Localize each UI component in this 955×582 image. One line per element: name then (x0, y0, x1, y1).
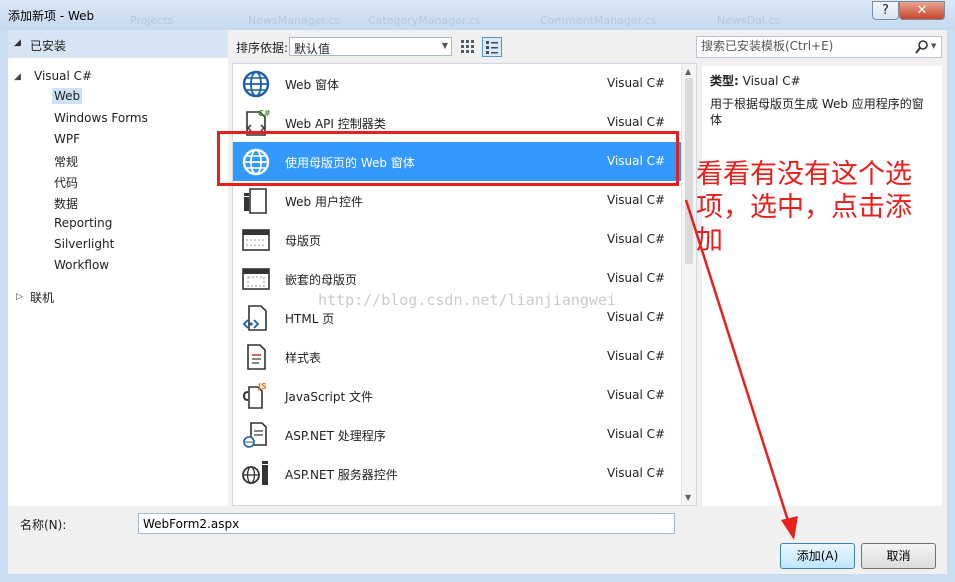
template-list-scrollbar[interactable]: ▲ ▼ (681, 64, 696, 505)
background-tab: Projects (130, 14, 174, 27)
template-language: Visual C# (607, 193, 666, 207)
tree-item-workflow[interactable]: Workflow (54, 258, 109, 272)
template-language: Visual C# (607, 310, 666, 324)
tree-item-general[interactable]: 常规 (54, 153, 78, 170)
annotation-text: 看看有没有这个选项，选中，点击添加 (696, 159, 912, 256)
html-page-icon (242, 305, 267, 331)
template-tree: ◢ Visual C# Web Windows Forms WPF 常规 代码 … (8, 58, 228, 506)
tree-item-data[interactable]: 数据 (54, 195, 78, 212)
tree-item-online[interactable]: 联机 (30, 289, 54, 306)
template-name: Web 窗体 (285, 78, 339, 92)
template-language: Visual C# (607, 427, 666, 441)
user-control-icon (244, 188, 267, 214)
list-view-icon (486, 41, 498, 54)
template-row-web-form[interactable]: Web 窗体 Visual C# (233, 64, 681, 103)
template-name: JavaScript 文件 (285, 390, 373, 404)
name-label: 名称(N): (20, 518, 67, 532)
javascript-file-icon: JS (242, 382, 267, 409)
stylesheet-icon (247, 344, 266, 370)
template-name: 嵌套的母版页 (285, 273, 358, 287)
template-row-stylesheet[interactable]: 样式表 Visual C# (233, 337, 681, 376)
background-tab: NewsManager.cs (248, 14, 341, 27)
nested-master-page-icon (242, 268, 270, 290)
globe-icon (242, 70, 270, 98)
tree-item-web[interactable]: Web (52, 88, 83, 104)
template-name: Web API 控制器类 (285, 117, 386, 131)
help-button[interactable]: ? (872, 1, 899, 20)
search-box[interactable]: ▼ (696, 36, 942, 58)
template-name: 样式表 (285, 351, 322, 365)
tree-item-visual-csharp[interactable]: Visual C# (34, 69, 92, 83)
sort-label: 排序依据: (236, 41, 289, 55)
cancel-button[interactable]: 取消 (861, 543, 936, 569)
installed-label: 已安装 (30, 39, 67, 53)
template-name: ASP.NET 服务器控件 (285, 468, 398, 482)
type-value: Visual C# (742, 74, 801, 88)
template-language: Visual C# (607, 76, 666, 90)
installed-header[interactable]: ◢ 已安装 (8, 30, 228, 58)
tree-item-wpf[interactable]: WPF (54, 132, 80, 146)
template-description: 用于根据母版页生成 Web 应用程序的窗体 (710, 97, 924, 127)
scroll-down-icon[interactable]: ▼ (685, 493, 691, 502)
scrollbar-thumb[interactable] (685, 78, 693, 264)
list-view-button[interactable] (482, 37, 502, 57)
template-row-javascript-file[interactable]: JS JavaScript 文件 Visual C# (233, 376, 681, 415)
master-page-icon (242, 229, 270, 251)
collapsed-arrow-icon[interactable]: ▷ (16, 292, 23, 302)
chevron-down-icon[interactable]: ▼ (931, 42, 936, 50)
template-list: Web 窗体 Visual C# C# Web API 控制器类 Visual … (232, 63, 697, 506)
expanded-arrow-icon[interactable]: ◢ (14, 72, 21, 82)
template-language: Visual C# (607, 466, 666, 480)
template-name: HTML 页 (285, 312, 335, 326)
title-bar: 添加新项 - Web Projects NewsManager.cs Categ… (0, 0, 955, 30)
template-row-aspnet-handler[interactable]: ASP.NET 处理程序 Visual C# (233, 415, 681, 454)
template-row-master-page[interactable]: 母版页 Visual C# (233, 220, 681, 259)
template-language: Visual C# (607, 271, 666, 285)
background-tab: CommentManager.cs (540, 14, 657, 27)
watermark: http://blog.csdn.net/lianjiangwei (318, 291, 617, 309)
search-input[interactable] (701, 39, 901, 53)
template-row-aspnet-server-control[interactable]: ASP.NET 服务器控件 Visual C# (233, 454, 681, 493)
server-control-icon (242, 461, 268, 485)
search-icon[interactable] (914, 39, 930, 55)
collapse-arrow-icon: ◢ (14, 38, 21, 48)
template-language: Visual C# (607, 232, 666, 246)
scroll-up-icon[interactable]: ▲ (685, 67, 691, 76)
template-name: ASP.NET 处理程序 (285, 429, 386, 443)
highlight-box (217, 131, 679, 186)
type-label: 类型: (710, 74, 739, 88)
template-info-panel: 类型: Visual C# 用于根据母版页生成 Web 应用程序的窗体 (702, 66, 942, 506)
tree-item-windows-forms[interactable]: Windows Forms (54, 111, 148, 125)
grid-view-icon (461, 40, 474, 53)
background-tab: CategoryManager.cs (368, 14, 481, 27)
sort-value: 默认值 (294, 42, 331, 56)
template-name: Web 用户控件 (285, 195, 363, 209)
tree-item-code[interactable]: 代码 (54, 174, 78, 191)
template-language: Visual C# (607, 388, 666, 402)
svg-text:C#: C# (258, 109, 271, 118)
template-language: Visual C# (607, 349, 666, 363)
close-button[interactable]: ✕ (899, 1, 945, 20)
template-language: Visual C# (607, 115, 666, 129)
name-input[interactable] (138, 513, 675, 534)
handler-icon (243, 422, 267, 448)
template-type: 类型: Visual C# (710, 72, 801, 89)
background-tab: NewsDal.cs (717, 14, 781, 27)
add-button[interactable]: 添加(A) (780, 543, 855, 569)
small-icons-view-button[interactable] (458, 37, 478, 57)
tree-item-silverlight[interactable]: Silverlight (54, 237, 114, 251)
template-name: 母版页 (285, 234, 322, 248)
tree-item-reporting[interactable]: Reporting (54, 216, 112, 230)
chevron-down-icon: ▼ (441, 41, 448, 50)
window-title: 添加新项 - Web (8, 9, 95, 23)
svg-text:JS: JS (257, 382, 267, 391)
template-row-web-user-control[interactable]: Web 用户控件 Visual C# (233, 181, 681, 220)
sort-dropdown[interactable]: 默认值 ▼ (289, 37, 452, 56)
